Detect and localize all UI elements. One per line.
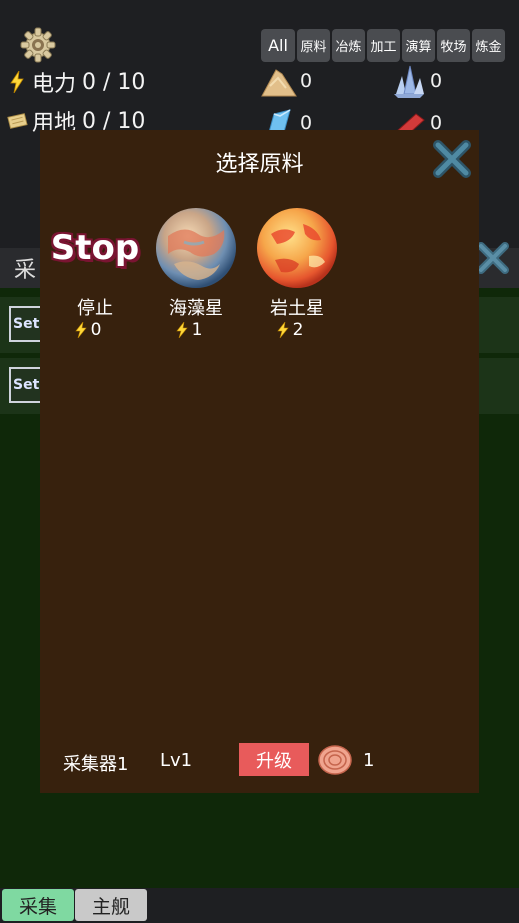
option-name: 海藻星 <box>169 298 223 319</box>
option-cost: 2 <box>238 320 342 340</box>
lightning-icon <box>276 322 289 338</box>
stop-label: Stop <box>50 206 140 290</box>
tab-mothership[interactable]: 主舰 <box>75 889 147 921</box>
seaweed-planet-icon <box>154 206 238 290</box>
collector-panel-title: 采 <box>14 258 37 283</box>
option-cost-value: 2 <box>292 320 304 340</box>
option-cost: 0 <box>36 320 140 340</box>
collector-level: Lv1 <box>160 750 193 771</box>
power-label: 电力 <box>32 72 77 97</box>
filter-ranch-button[interactable]: 牧场 <box>437 29 470 62</box>
option-name: 停止 <box>77 298 113 319</box>
rock-planet-icon <box>255 206 339 290</box>
upgrade-cost: 1 <box>363 750 375 771</box>
resource-sand: 0 <box>260 64 312 98</box>
dialog-title: 选择原料 <box>215 152 304 177</box>
upgrade-button[interactable]: 升级 <box>239 743 309 776</box>
resource-crystal: 0 <box>390 64 442 98</box>
option-cost-value: 0 <box>90 320 102 340</box>
close-icon[interactable] <box>430 137 474 181</box>
filter-alchemy-button[interactable]: 炼金 <box>472 29 505 62</box>
filter-process-button[interactable]: 加工 <box>367 29 400 62</box>
stop-label-text: Stop <box>50 228 140 268</box>
option-cost-value: 1 <box>191 320 203 340</box>
copper-coil-icon <box>317 744 353 776</box>
option-name: 岩土星 <box>270 298 324 319</box>
option-rock-planet[interactable]: 岩土星 2 <box>252 206 342 340</box>
option-cost: 1 <box>137 320 241 340</box>
resource-crystal-count: 0 <box>430 70 443 92</box>
collector-name: 采集器1 <box>63 754 129 775</box>
category-filter-bar: All 原料 冶炼 加工 演算 牧场 炼金 <box>261 29 507 62</box>
filter-compute-button[interactable]: 演算 <box>402 29 435 62</box>
crystal-cluster-icon <box>390 64 428 98</box>
gear-icon[interactable] <box>20 27 56 63</box>
filter-smelt-button[interactable]: 冶炼 <box>332 29 365 62</box>
filter-all-button[interactable]: All <box>261 29 295 62</box>
select-material-dialog: 选择原料 Stop 停止 0 海藻星 1 岩土星 2 采集器1 Lv1 升级 1 <box>40 130 479 793</box>
land-map-icon <box>6 108 28 134</box>
lightning-icon <box>74 322 87 338</box>
filter-raw-button[interactable]: 原料 <box>297 29 330 62</box>
tab-collect[interactable]: 采集 <box>2 889 74 921</box>
sand-pile-icon <box>260 64 298 98</box>
power-stat: 电力 0 / 10 <box>6 66 145 98</box>
option-seaweed-planet[interactable]: 海藻星 1 <box>151 206 241 340</box>
panel-close-icon[interactable] <box>475 240 511 276</box>
option-stop[interactable]: Stop 停止 0 <box>50 206 140 340</box>
resource-sand-count: 0 <box>300 70 313 92</box>
lightning-icon <box>175 322 188 338</box>
power-value: 0 / 10 <box>82 69 146 95</box>
lightning-icon <box>6 69 28 95</box>
